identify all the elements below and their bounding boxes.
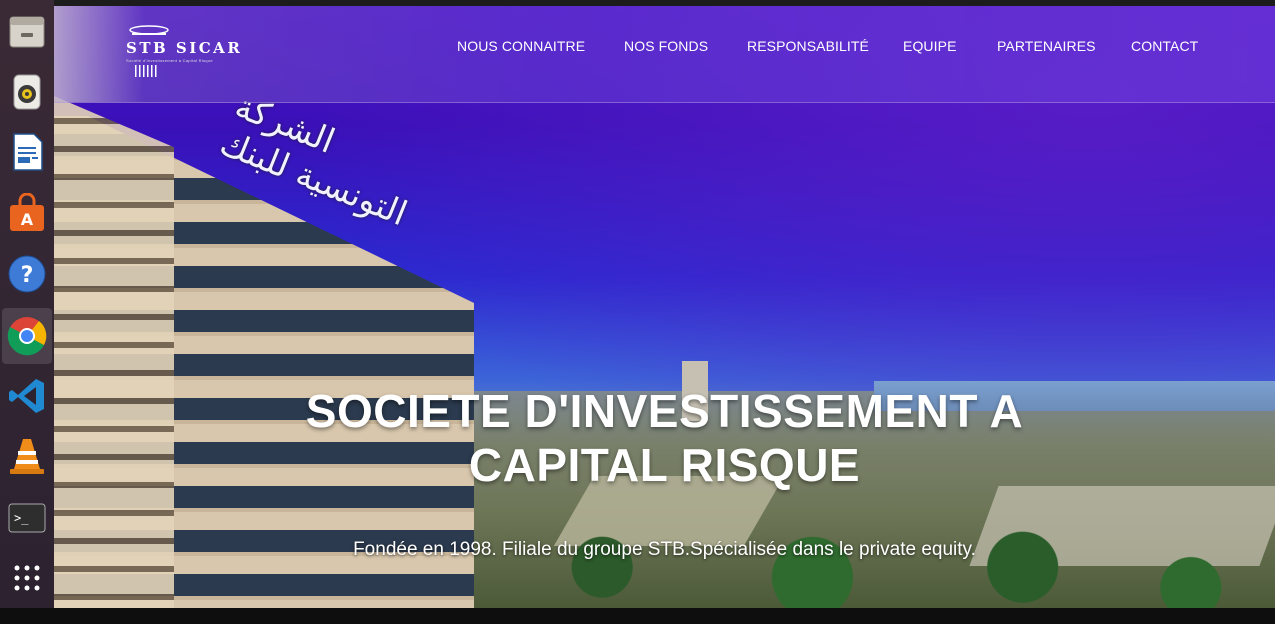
logo-tagline: Société d'Investissement à Capital Risqu… <box>126 58 213 63</box>
question-icon: ? <box>8 255 46 293</box>
chrome-icon <box>7 317 47 356</box>
svg-text:?: ? <box>21 263 34 288</box>
hero-subtitle: Fondée en 1998. Filiale du groupe STB.Sp… <box>353 539 976 560</box>
grid-icon <box>14 565 40 591</box>
cone-icon <box>10 439 44 474</box>
hero-title-line-2: CAPITAL RISQUE <box>468 439 861 491</box>
site-header: STB SICAR Société d'Investissement à Cap… <box>54 6 1275 103</box>
nav-contact[interactable]: CONTACT <box>1131 38 1198 54</box>
dock-vlc[interactable] <box>2 428 52 484</box>
speaker-icon <box>13 74 41 110</box>
nav-responsabilite[interactable]: RESPONSABILITÉ <box>747 38 869 54</box>
nav-nos-fonds[interactable]: NOS FONDS <box>624 38 708 54</box>
ubuntu-dock: A ? >_ <box>0 0 54 608</box>
dock-files[interactable] <box>2 4 52 60</box>
dock-terminal[interactable]: >_ <box>2 490 52 546</box>
nav-equipe[interactable]: EQUIPE <box>903 38 957 54</box>
dock-rhythmbox[interactable] <box>2 64 52 120</box>
dock-vscode[interactable] <box>2 368 52 424</box>
shopping-bag-icon: A <box>10 193 44 231</box>
hero-title: SOCIETE D'INVESTISSEMENT A CAPITAL RISQU… <box>54 384 1275 492</box>
svg-text:>_: >_ <box>14 511 29 525</box>
dock-writer[interactable] <box>2 124 52 180</box>
terminal-icon: >_ <box>8 503 46 533</box>
logo-columns-icon <box>135 65 157 77</box>
website: الشركة التونسية للبنك STB SICAR Société … <box>54 6 1275 608</box>
document-icon <box>13 133 43 171</box>
dock-show-apps[interactable] <box>2 550 52 606</box>
main-nav: NOUS CONNAITRE NOS FONDS RESPONSABILITÉ … <box>54 38 1275 58</box>
nav-nous-connaitre[interactable]: NOUS CONNAITRE <box>457 38 585 54</box>
logo-arch-icon <box>129 25 169 35</box>
vscode-icon <box>9 379 44 413</box>
hero-title-line-1: SOCIETE D'INVESTISSEMENT A <box>305 385 1024 437</box>
dock-help[interactable]: ? <box>2 246 52 302</box>
bank-building-side <box>54 96 174 608</box>
nav-partenaires[interactable]: PARTENAIRES <box>997 38 1096 54</box>
dock-chrome[interactable] <box>2 308 52 364</box>
bottom-bar <box>0 608 1275 624</box>
svg-text:A: A <box>21 210 34 229</box>
file-cabinet-icon <box>9 16 45 48</box>
dock-software[interactable]: A <box>2 186 52 242</box>
